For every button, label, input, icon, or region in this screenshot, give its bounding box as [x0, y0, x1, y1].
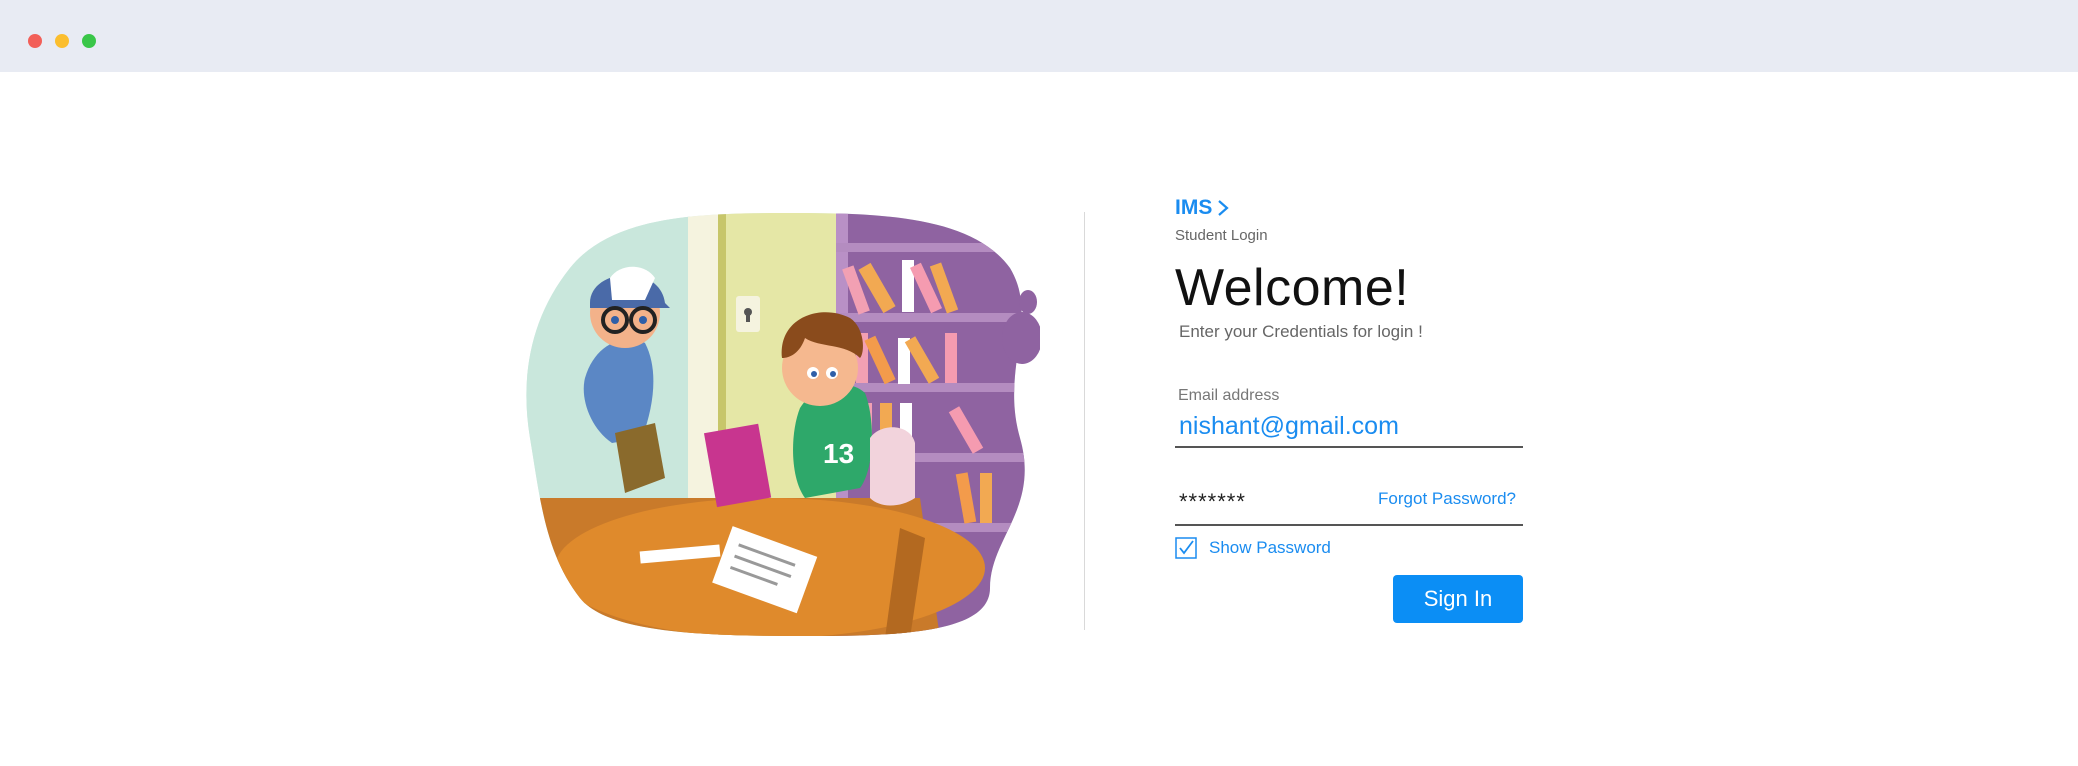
students-illustration: 13: [520, 208, 1042, 638]
checkbox-checked-icon[interactable]: [1175, 537, 1197, 559]
sign-in-button[interactable]: Sign In: [1393, 575, 1523, 623]
brand-link[interactable]: IMS: [1175, 196, 1230, 220]
forgot-password-link[interactable]: Forgot Password?: [1378, 489, 1516, 509]
brand-name: IMS: [1175, 196, 1213, 219]
vertical-divider: [1084, 212, 1085, 630]
show-password-label: Show Password: [1209, 538, 1331, 557]
email-field[interactable]: nishant@gmail.com: [1179, 412, 1399, 441]
jersey-number: 13: [823, 438, 854, 469]
email-field-underline: [1175, 446, 1523, 448]
page-title: Welcome!: [1175, 259, 1410, 317]
window-titlebar: [0, 0, 2078, 72]
minimize-window-button[interactable]: [55, 34, 69, 48]
email-field-label: Email address: [1178, 387, 1280, 404]
chevron-right-icon: [1218, 200, 1230, 216]
password-field[interactable]: *******: [1179, 489, 1246, 515]
login-subtitle: Student Login: [1175, 227, 1268, 244]
maximize-window-button[interactable]: [82, 34, 96, 48]
password-field-underline: [1175, 524, 1523, 526]
login-instructions: Enter your Credentials for login !: [1179, 322, 1423, 341]
show-password-toggle[interactable]: Show Password: [1175, 537, 1331, 559]
close-window-button[interactable]: [28, 34, 42, 48]
